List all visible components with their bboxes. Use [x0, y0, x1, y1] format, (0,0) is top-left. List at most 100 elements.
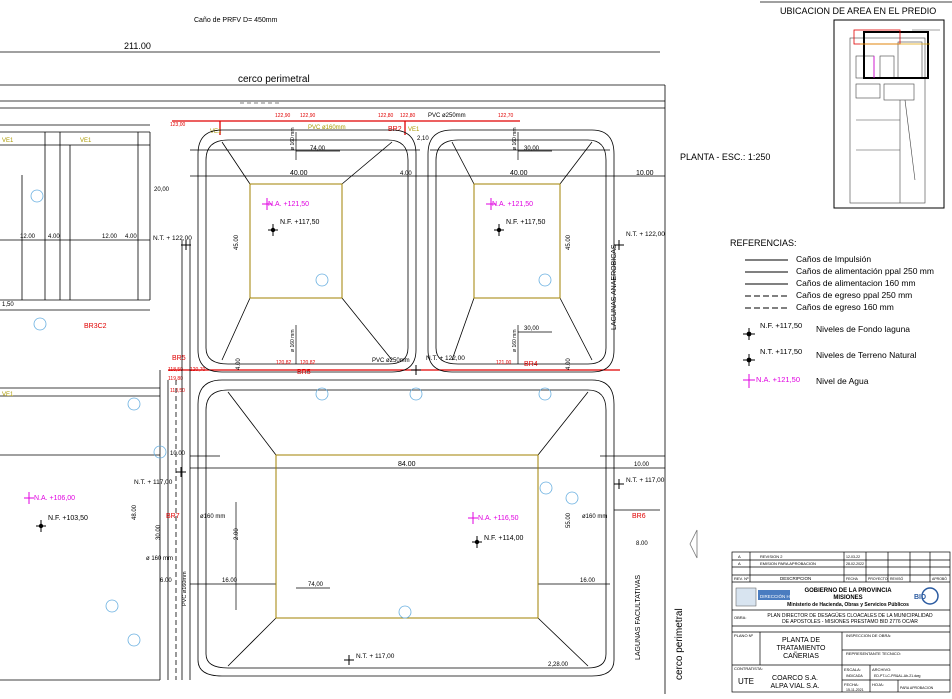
tb-drawing-title: PLANTA DE [782, 637, 820, 644]
dim: 4.00 [48, 234, 60, 240]
dim: 84.00 [398, 461, 416, 468]
dim: 4.00 [236, 358, 242, 370]
total-dimension: 211.00 [124, 41, 151, 51]
legend-item: Caños de alimentación ppal 250 mm [796, 266, 934, 276]
dim: 4.00 [400, 171, 412, 177]
pipe-label: ø160 mm [582, 514, 607, 520]
legend-symbol-tag: N.T. +117,50 [760, 347, 802, 356]
box-label: BR5 [297, 369, 311, 376]
dim: 30,00 [524, 146, 540, 152]
dim: 10.00 [634, 462, 650, 468]
dim: 74,00 [308, 582, 324, 588]
terrain-level: N.T. + 117,00 [134, 479, 173, 486]
pipe-label: PVC ø250mm [428, 113, 466, 119]
tb-work-title: DE APOSTOLES - MISIONES PRESTAMO BID 277… [782, 619, 918, 625]
dim: 55.00 [566, 512, 572, 528]
box-label: BR6 [632, 513, 646, 520]
water-level: N.A. +116,50 [478, 515, 519, 522]
dim: 20,00 [154, 187, 170, 193]
dim: 2,10 [417, 136, 429, 142]
dim: 12.00 [20, 234, 36, 240]
tb-label: ARCHIVO: [872, 667, 891, 672]
tb-value: 15-11-2021 [846, 688, 864, 692]
box-label: VE1 [408, 127, 420, 133]
red-level: 120,82 [300, 360, 316, 366]
pipe-note: Caño de PRFV D= 450mm [194, 17, 278, 24]
legend-item: Niveles de Fondo laguna [816, 324, 910, 334]
red-level: 123,00 [170, 122, 186, 128]
floor-level: N.F. +114,00 [484, 535, 523, 542]
floor-level: N.F. +117,50 [280, 219, 319, 226]
tb-cell: REVISION 2 [760, 554, 783, 559]
dim: 2,28.00 [548, 662, 569, 668]
legend-symbol-tag: N.F. +117,50 [760, 321, 802, 330]
tb-cell: A [738, 561, 741, 566]
tb-cell: REV. Nº [734, 576, 749, 581]
tb-label: INSPECCION DE OBRA: [846, 633, 891, 638]
dim: 74,00 [310, 146, 326, 152]
dim: 30.00 [156, 524, 162, 540]
dim: 12.00 [102, 234, 118, 240]
pipe-label: ø160 mm [200, 514, 225, 520]
tb-cell: FECHA [846, 577, 859, 581]
province-seal-icon [735, 587, 757, 607]
tb-province: MISIONES [833, 595, 862, 601]
box-label: VE1 [2, 138, 14, 144]
red-level: 120,70 [190, 367, 206, 373]
tb-company: COARCO S.A. [772, 675, 818, 682]
red-level: 122,90 [300, 113, 316, 119]
tb-company: ALPA VIAL S.A. [770, 683, 819, 690]
terrain-level: N.T. + 122,00 [153, 235, 192, 242]
dim: 40.00 [510, 170, 528, 177]
tb-cell: 12-03-22 [846, 555, 860, 559]
tb-label: REPRESENTANTE TECNICO: [846, 651, 901, 656]
facultative-lagoons-label: LAGUNAS FACULTATIVAS [635, 575, 642, 660]
bid-logo-text: BID [914, 594, 926, 601]
tb-contractor: UTE [738, 677, 754, 686]
tb-label: FECHA: [844, 682, 859, 687]
box-label: VE1 [2, 392, 14, 398]
tb-cell: PROYECTO [868, 577, 888, 581]
dim: 16.00 [222, 578, 238, 584]
pipe-label: ø 160 mm [512, 127, 518, 150]
terrain-level: N.T. + 122,00 [426, 355, 465, 362]
tb-cell: A [738, 554, 741, 559]
tb-label: ESCALA: [844, 667, 861, 672]
dim: 8.00 [636, 541, 648, 547]
location-title: UBICACION DE AREA EN EL PREDIO [780, 6, 936, 16]
tb-ministry: Ministerio de Hacienda, Obras y Servicio… [787, 602, 909, 608]
tb-label: HOJA: [872, 682, 884, 687]
pipe-label: ø 160 mm [512, 329, 518, 352]
water-level: N.A. +121,50 [268, 201, 309, 208]
anaerobic-lagoons-label: LAGUNAS ANAEROBICAS [611, 244, 618, 330]
red-level: 122,80 [378, 113, 394, 119]
dim: 1,50 [2, 302, 14, 308]
legend-item: Nivel de Agua [816, 376, 869, 386]
tb-value: ED-PT-LC-PR&AL-Ab-21.dwg [874, 674, 921, 678]
tb-drawing-title: CAÑERIAS [783, 651, 819, 660]
tb-label: CONTRATISTA: [734, 666, 763, 671]
water-level: N.A. +121,50 [492, 201, 533, 208]
tb-work-title: PLAN DIRECTOR DE DESAGÜES CLOACALES DE L… [767, 612, 933, 619]
box-label: BR5 [172, 355, 186, 362]
dim: 10.00 [170, 451, 186, 457]
box-label: BR3C2 [84, 323, 107, 330]
dim: 10.00 [636, 170, 654, 177]
red-level: 120,82 [276, 360, 292, 366]
water-agency-logo-text: DIRECCIÓN HÍDRICA [760, 593, 805, 599]
perimeter-label: cerco perimetral [238, 74, 310, 85]
water-level: N.A. +106,00 [34, 495, 75, 502]
legend-item: Caños de Impulsión [796, 254, 871, 264]
dim: 16.00 [580, 578, 596, 584]
dim: 2.00 [234, 528, 240, 540]
floor-level: N.F. +117,50 [506, 219, 545, 226]
red-level: 121,00 [496, 360, 512, 366]
box-label: BR7 [166, 513, 180, 520]
red-level: 122,90 [275, 113, 291, 119]
dim: 6.00 [160, 578, 172, 584]
legend-item: Caños de alimentacion 160 mm [796, 278, 916, 288]
pipe-label: ø 160 mm [290, 127, 296, 150]
pipe-label: PVC ø160mm [182, 571, 188, 606]
terrain-level: N.T. + 117,00 [626, 477, 665, 484]
cad-drawing-viewport[interactable]: Caño de PRFV D= 450mm 211.00 cerco perim… [0, 0, 952, 694]
